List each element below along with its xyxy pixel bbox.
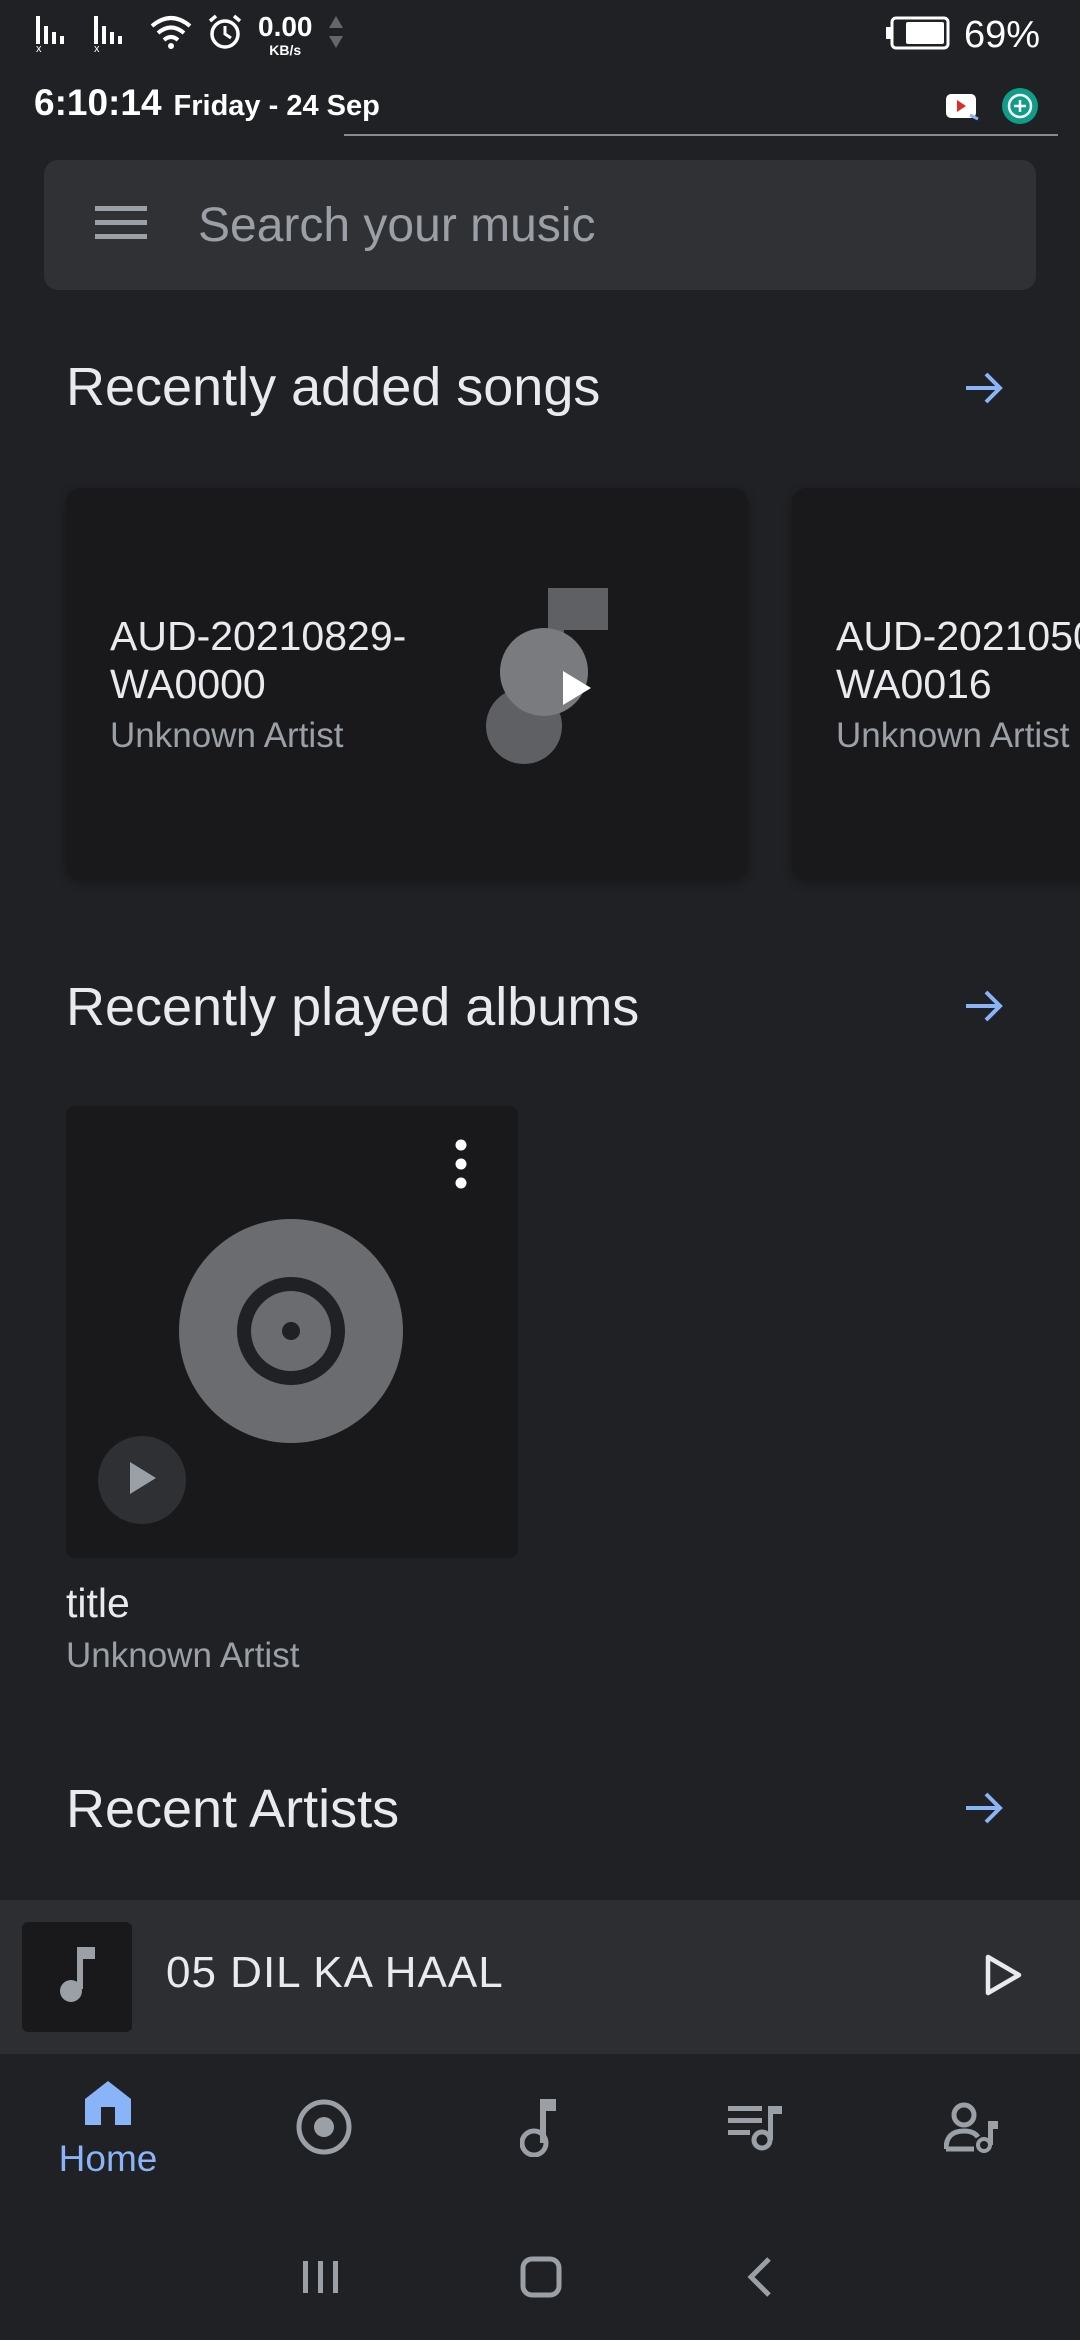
status-bar: x x 0.00 KB/s 69% bbox=[0, 0, 1080, 80]
now-playing-title: 05 DIL KA HAAL bbox=[166, 1948, 504, 1997]
bottom-navigation: Home bbox=[0, 2054, 1080, 2204]
net-speed-value: 0.00 bbox=[258, 10, 313, 42]
system-navigation-bar bbox=[0, 2204, 1080, 2340]
music-note-icon bbox=[519, 2097, 560, 2162]
svg-text:x: x bbox=[36, 43, 42, 52]
status-icons-left: x x 0.00 KB/s bbox=[34, 12, 345, 57]
arrow-right-icon bbox=[962, 986, 1006, 1031]
music-note-icon bbox=[57, 1946, 97, 2008]
signal-icon: x bbox=[34, 12, 78, 57]
play-outline-icon bbox=[983, 1953, 1023, 2002]
recent-artists-see-all-button[interactable] bbox=[954, 1780, 1014, 1840]
add-circle-notification-icon[interactable] bbox=[1000, 86, 1040, 131]
clock-date: Friday - 24 Sep bbox=[173, 90, 380, 122]
playlist-icon bbox=[728, 2102, 784, 2157]
album-title: title bbox=[66, 1580, 130, 1626]
album-card[interactable] bbox=[66, 1106, 518, 1558]
arrow-right-icon bbox=[962, 368, 1006, 413]
music-app-screen: x x 0.00 KB/s 69% 6:10:14 Friday - 24 Se… bbox=[0, 0, 1080, 2340]
song-play-button[interactable] bbox=[546, 660, 606, 720]
song-card[interactable]: AUD-20210829-WA0000 Unknown Artist bbox=[66, 488, 748, 878]
net-speed-unit: KB/s bbox=[269, 41, 302, 58]
play-icon bbox=[126, 1460, 158, 1501]
recent-songs-see-all-button[interactable] bbox=[954, 360, 1014, 420]
search-bar[interactable]: Search your music bbox=[44, 160, 1036, 290]
song-title: AUD-20210829-WA0000 bbox=[110, 613, 407, 707]
net-speed: 0.00 KB/s bbox=[258, 10, 313, 58]
recent-albums-see-all-button[interactable] bbox=[954, 978, 1014, 1038]
signal-icon: x bbox=[92, 12, 136, 57]
recent-apps-button[interactable] bbox=[286, 2244, 356, 2314]
nav-home[interactable]: Home bbox=[0, 2054, 216, 2204]
nav-songs[interactable] bbox=[432, 2054, 648, 2204]
clock-row: 6:10:14 Friday - 24 Sep bbox=[34, 82, 380, 124]
nav-playlists[interactable] bbox=[648, 2054, 864, 2204]
battery-percent: 69% bbox=[963, 14, 1040, 56]
mini-player-artwork bbox=[22, 1922, 132, 2032]
play-icon bbox=[559, 669, 593, 712]
recent-albums-heading: Recently played albums bbox=[66, 977, 640, 1037]
alarm-icon bbox=[206, 13, 244, 56]
nav-albums[interactable] bbox=[216, 2054, 432, 2204]
data-arrows-icon bbox=[327, 14, 345, 55]
battery-icon bbox=[885, 15, 952, 56]
back-chevron-icon bbox=[741, 2255, 777, 2304]
artist-icon bbox=[943, 2101, 1000, 2158]
menu-button[interactable] bbox=[44, 160, 198, 290]
notification-divider bbox=[344, 134, 1058, 136]
system-home-button[interactable] bbox=[506, 2244, 576, 2314]
wifi-icon bbox=[150, 14, 192, 55]
recent-songs-heading: Recently added songs bbox=[66, 357, 601, 417]
album-icon bbox=[296, 2099, 352, 2160]
album-disc-icon bbox=[178, 1218, 404, 1444]
menu-icon bbox=[95, 204, 147, 247]
song-card[interactable]: AUD-20210506-WA0016 Unknown Artist bbox=[792, 488, 1080, 878]
mini-player-play-button[interactable] bbox=[970, 1944, 1036, 2010]
nav-artists[interactable] bbox=[864, 2054, 1080, 2204]
song-title: AUD-20210506-WA0016 bbox=[836, 613, 1080, 707]
search-input[interactable]: Search your music bbox=[198, 198, 595, 253]
recent-apps-icon bbox=[299, 2257, 343, 2302]
song-artist: Unknown Artist bbox=[836, 716, 1070, 755]
mini-player[interactable]: 05 DIL KA HAAL bbox=[0, 1900, 1080, 2054]
more-vert-icon bbox=[454, 1139, 468, 1194]
notification-icons bbox=[944, 86, 1040, 131]
nav-home-label: Home bbox=[58, 2137, 158, 2179]
album-more-button[interactable] bbox=[436, 1136, 486, 1196]
clock-time: 6:10:14 bbox=[34, 82, 162, 123]
system-back-button[interactable] bbox=[724, 2244, 794, 2314]
album-play-button[interactable] bbox=[98, 1436, 186, 1524]
video-notification-icon[interactable] bbox=[944, 91, 980, 126]
arrow-right-icon bbox=[962, 1788, 1006, 1833]
home-icon bbox=[83, 2079, 133, 2132]
album-artist: Unknown Artist bbox=[66, 1636, 300, 1675]
recent-artists-heading: Recent Artists bbox=[66, 1779, 400, 1839]
status-icons-right: 69% bbox=[885, 14, 1040, 57]
svg-text:x: x bbox=[94, 43, 100, 52]
song-artist: Unknown Artist bbox=[110, 716, 344, 755]
square-home-icon bbox=[519, 2255, 563, 2304]
